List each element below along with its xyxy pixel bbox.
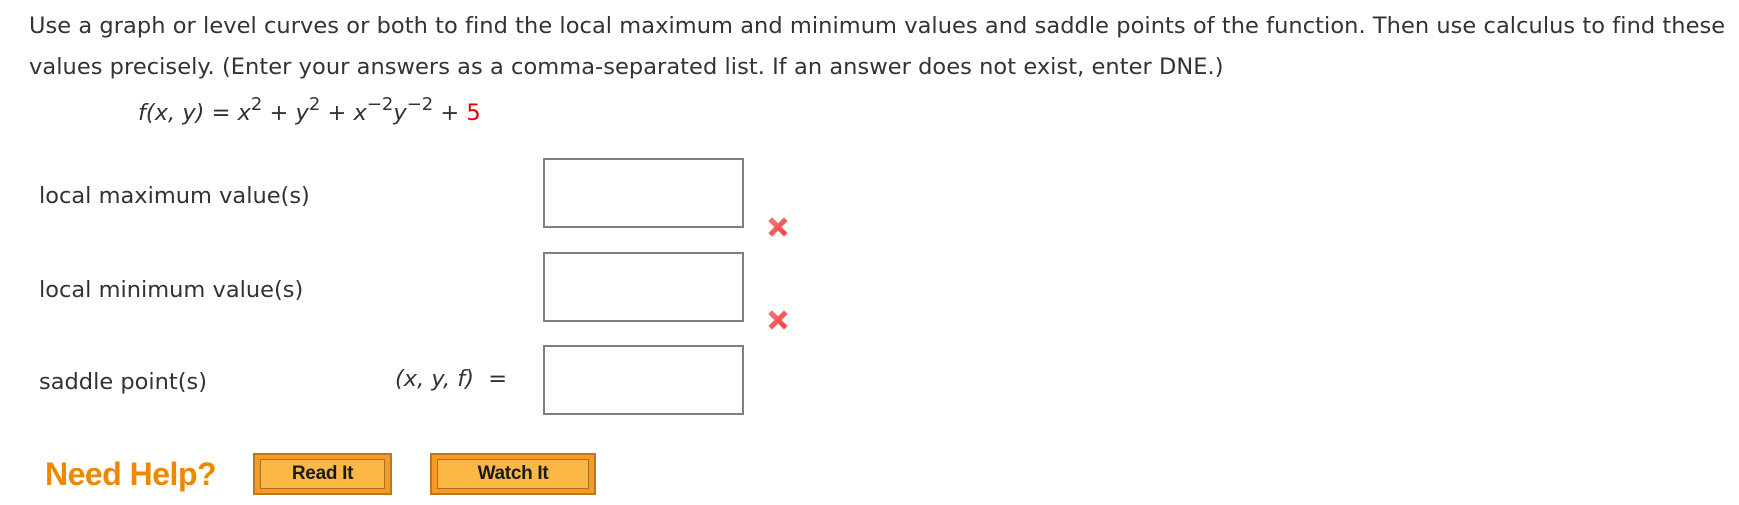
function-formula: f(x, y) = x2 + y2 + x−2y−2 + 5	[138, 93, 481, 130]
incorrect-x-icon	[768, 217, 788, 237]
formula-term1-exp: 2	[250, 93, 263, 115]
question-instructions: Use a graph or level curves or both to f…	[29, 13, 1726, 80]
tuple-prefix: (x, y, f)	[395, 366, 474, 392]
formula-term3-exp-y: −2	[406, 93, 434, 115]
saddle-point-label: saddle point(s)	[39, 369, 207, 395]
formula-term2-exp: 2	[308, 93, 321, 115]
formula-term3-base-x: x	[353, 100, 367, 126]
formula-lhs: f(x, y)	[138, 100, 205, 126]
local-max-label: local maximum value(s)	[39, 183, 310, 209]
formula-plus: +	[440, 100, 460, 126]
local-min-label: local minimum value(s)	[39, 277, 304, 303]
tuple-equals: =	[488, 366, 508, 392]
saddle-point-input[interactable]	[543, 345, 744, 415]
read-it-button[interactable]: Read It	[253, 453, 392, 495]
formula-constant: 5	[466, 100, 481, 126]
formula-term1-base: x	[237, 100, 251, 126]
saddle-point-tuple-label: (x, y, f) =	[395, 364, 507, 394]
formula-term3-base-y: y	[393, 100, 407, 126]
formula-term2-base: y	[295, 100, 309, 126]
incorrect-x-icon	[768, 310, 788, 330]
need-help-heading: Need Help?	[45, 456, 217, 492]
formula-plus: +	[327, 100, 347, 126]
local-min-input[interactable]	[543, 252, 744, 322]
formula-term3-exp-x: −2	[366, 93, 394, 115]
watch-it-button[interactable]: Watch It	[430, 453, 596, 495]
read-it-label: Read It	[260, 459, 385, 489]
formula-plus: +	[269, 100, 289, 126]
local-max-input[interactable]	[543, 158, 744, 228]
formula-equals: =	[211, 100, 231, 126]
watch-it-label: Watch It	[437, 459, 589, 489]
